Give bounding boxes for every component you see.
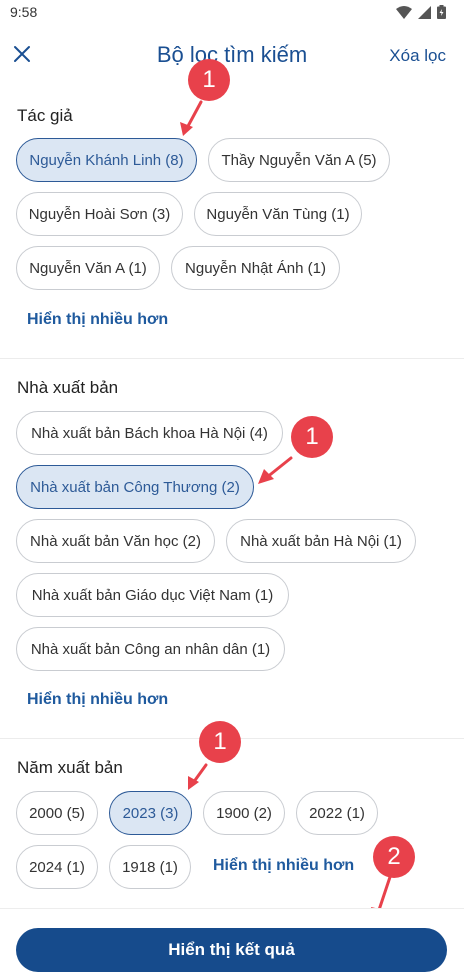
show-results-button[interactable]: Hiển thị kết quả xyxy=(16,928,447,972)
annotation-arrows xyxy=(180,100,392,922)
annotation-badge-step1: 1 xyxy=(291,416,333,458)
annotation-badge-step1: 1 xyxy=(199,721,241,763)
annotation-badge-step2: 2 xyxy=(373,836,415,878)
bottom-action-bar: Hiển thị kết quả xyxy=(0,908,464,977)
